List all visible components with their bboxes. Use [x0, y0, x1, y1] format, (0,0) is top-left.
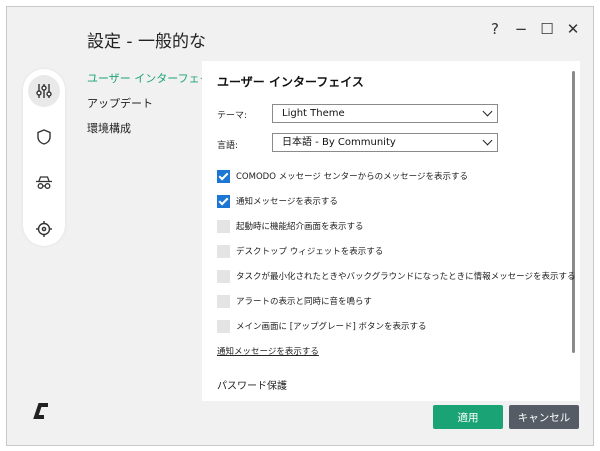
checkbox-label: 通知メッセージを表示する [236, 197, 338, 207]
settings-panel: ユーザー インターフェイス テーマ: Light Theme 言語: 日本語 -… [202, 61, 580, 401]
checkbox-label: 起動時に機能紹介画面を表示する [236, 222, 364, 232]
settings-window: ? − ☐ ✕ 設定 - 一般的な ユーザー インターフェイス アップデート 環… [6, 6, 594, 446]
rail-item-privacy[interactable] [28, 167, 60, 199]
shield-icon [37, 129, 51, 145]
spy-icon [36, 176, 52, 189]
chevron-down-icon [482, 135, 493, 146]
icon-rail [23, 69, 65, 246]
checkbox-row[interactable]: アラートの表示と同時に音を鳴らす [217, 294, 372, 308]
checkbox-row[interactable]: COMODO メッセージ センターからのメッセージを表示する [217, 169, 468, 183]
chevron-down-icon [482, 106, 493, 117]
rail-item-general[interactable] [28, 75, 60, 107]
checkbox-row[interactable]: 通知メッセージを表示する [217, 194, 338, 208]
cancel-button[interactable]: キャンセル [509, 405, 579, 429]
checkbox-row[interactable]: デスクトップ ウィジェットを表示する [217, 244, 383, 258]
comodo-logo-icon [33, 403, 48, 419]
checkbox-label: デスクトップ ウィジェットを表示する [236, 247, 384, 257]
checkbox-upgrade-button[interactable] [217, 319, 230, 333]
checkbox-notifications[interactable] [217, 194, 230, 208]
apply-button[interactable]: 適用 [433, 405, 503, 429]
window-controls: ? − ☐ ✕ [485, 19, 583, 39]
checkbox-desktop-widget[interactable] [217, 244, 230, 258]
checkbox-label: COMODO メッセージ センターからのメッセージを表示する [236, 172, 468, 182]
help-button[interactable]: ? [485, 19, 505, 39]
section-title: ユーザー インターフェイス [217, 75, 364, 89]
maximize-button[interactable]: ☐ [537, 19, 557, 39]
theme-select[interactable]: Light Theme [272, 104, 498, 123]
checkbox-background-info[interactable] [217, 269, 230, 283]
checkbox-intro-screen[interactable] [217, 219, 230, 233]
theme-select-value: Light Theme [282, 108, 345, 119]
checkbox-alert-sound[interactable] [217, 294, 230, 308]
panel-scrollbar[interactable] [572, 71, 575, 353]
theme-label: テーマ: [217, 111, 248, 121]
language-label: 言語: [217, 141, 239, 151]
checkbox-row[interactable]: 起動時に機能紹介画面を表示する [217, 219, 364, 233]
close-button[interactable]: ✕ [563, 19, 583, 39]
crosshair-icon [36, 221, 52, 237]
show-notifications-link[interactable]: 通知メッセージを表示する [217, 345, 319, 357]
language-select[interactable]: 日本語 - By Community [272, 133, 498, 152]
language-select-value: 日本語 - By Community [282, 137, 396, 148]
checkbox-label: メイン画面に [アップグレード] ボタンを表示する [236, 322, 427, 332]
checkbox-label: タスクが最小化されたときやバックグラウンドになったときに情報メッセージを表示する [236, 272, 576, 282]
checkbox-comodo-messages[interactable] [217, 169, 230, 183]
checkbox-label: アラートの表示と同時に音を鳴らす [236, 297, 372, 307]
minimize-button[interactable]: − [511, 19, 531, 39]
sliders-icon [36, 84, 52, 98]
page-title: 設定 - 一般的な [87, 32, 206, 52]
checkbox-row[interactable]: メイン画面に [アップグレード] ボタンを表示する [217, 319, 427, 333]
rail-item-security[interactable] [28, 121, 60, 153]
checkbox-row[interactable]: タスクが最小化されたときやバックグラウンドになったときに情報メッセージを表示する [217, 269, 576, 283]
password-protection-heading: パスワード保護 [217, 381, 287, 392]
rail-item-scan[interactable] [28, 213, 60, 245]
